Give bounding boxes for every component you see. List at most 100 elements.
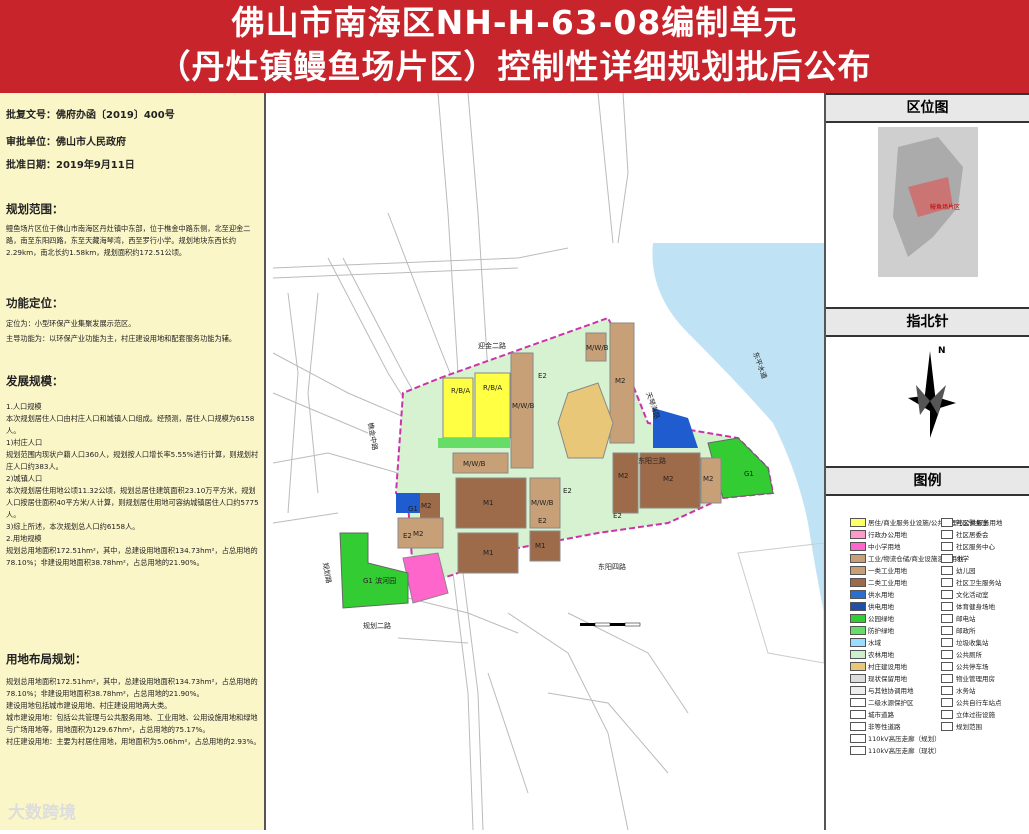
legend-symbol-icon bbox=[941, 542, 953, 551]
paragraph-line: 1.人口规模 bbox=[6, 402, 42, 411]
label-m2e: M2 bbox=[421, 502, 432, 510]
legend-label: 公园绿地 bbox=[868, 615, 894, 623]
legend-label: 社区居委会 bbox=[956, 531, 989, 539]
label-e2e: E2 bbox=[613, 512, 622, 520]
legend-label: 非等性道路 bbox=[868, 723, 901, 731]
legend-label: 110kV高压走廊（现状） bbox=[868, 747, 941, 755]
legend-symbol-icon bbox=[941, 722, 953, 731]
paragraph-line: 规划总用地面积172.51hm²，其中，总建设用地面积134.73hm²，占总用… bbox=[6, 677, 258, 698]
label-rba-2: R/B/A bbox=[483, 384, 502, 392]
legend-label: 社区卫生服务站 bbox=[956, 579, 1002, 587]
legend-label: 公共停车场 bbox=[956, 663, 989, 671]
road-label-7: 天琴海路 bbox=[644, 391, 662, 420]
label-m1b: M1 bbox=[483, 549, 494, 557]
dev-text: 1.人口规模 本次规划居住人口由村庄人口和城镇人口组成。经预测，居住人口规模为61… bbox=[6, 401, 262, 569]
scope-text: 鳗鱼场片区位于佛山市南海区丹灶镇中东部，位于樵金中路东侧，北至迎金二路，南至东阳… bbox=[6, 224, 251, 257]
legend-swatch bbox=[850, 554, 866, 563]
label-g1a: G1 bbox=[744, 470, 754, 478]
paragraph-line: 3)综上所述，本次规划总人口约6158人。 bbox=[6, 522, 140, 531]
north-heading: 指北针 bbox=[826, 307, 1029, 337]
paragraph-line: 2)城镇人口 bbox=[6, 474, 43, 483]
legend-swatch bbox=[850, 638, 866, 647]
legend-symbol-icon bbox=[941, 614, 953, 623]
green-strip-1 bbox=[438, 438, 510, 448]
legend-symbol-icon bbox=[941, 530, 953, 539]
legend-swatch bbox=[850, 590, 866, 599]
legend-label: 幼儿园 bbox=[956, 567, 976, 575]
location-map-svg: 鳗鱼场片区 bbox=[878, 127, 978, 277]
label-m2b: M2 bbox=[618, 472, 629, 480]
legend-label: 110kV高压走廊（规划） bbox=[868, 735, 941, 743]
legend-swatch bbox=[850, 542, 866, 551]
legend-label: 城市道路 bbox=[868, 711, 894, 719]
legend-label: 水务站 bbox=[956, 687, 976, 695]
paragraph-line: 2.用地规模 bbox=[6, 534, 42, 543]
watermark: 大数跨境 bbox=[8, 803, 76, 823]
legend-label: 防护绿地 bbox=[868, 627, 894, 635]
legend-label: 公共自行车站点 bbox=[956, 699, 1002, 707]
paragraph-line: 城市建设用地：包括公共管理与公共服务用地、工业用地、公用设施用地和绿地与广场用地… bbox=[6, 713, 258, 734]
legend-label: 现状保留用地 bbox=[868, 675, 907, 683]
legend-swatch bbox=[850, 518, 866, 527]
plan-map-svg: 东平水道 R/B/A R/B/A M/W/B M/W/B M2 M/W/B E2… bbox=[272, 92, 825, 831]
legend-symbol-icon bbox=[941, 626, 953, 635]
paragraph-line: 建设用地包括城市建设用地、村庄建设用地两大类。 bbox=[6, 701, 172, 710]
left-panel: 批复文号：佛府办函〔2019〕400号 审批单位：佛山市人民政府 批准日期：20… bbox=[0, 93, 266, 830]
north-label: N bbox=[938, 346, 946, 356]
paragraph-line: 1)村庄人口 bbox=[6, 438, 43, 447]
hatched-area bbox=[737, 542, 825, 664]
function-text-1: 定位为：小型环保产业集聚发展示范区。 bbox=[6, 319, 136, 328]
right-panel: 区位图 鳗鱼场片区 指北针 N 图例 居住/商业服务业设施/公共管理与公共服务用… bbox=[824, 93, 1029, 830]
legend-swatch bbox=[850, 530, 866, 539]
legend-swatch bbox=[850, 614, 866, 623]
legend-label: 社区服务中心 bbox=[956, 543, 995, 551]
legend-swatch bbox=[850, 650, 866, 659]
label-g1c: G1 滨河园 bbox=[363, 576, 396, 585]
label-m2d: M2 bbox=[703, 475, 714, 483]
scale-bar bbox=[580, 622, 641, 627]
landuse-text: 规划总用地面积172.51hm²，其中，总建设用地面积134.73hm²，占总用… bbox=[6, 676, 262, 748]
label-rba-1: R/B/A bbox=[451, 387, 470, 395]
legend-swatch bbox=[850, 722, 866, 731]
block-rba-2 bbox=[474, 372, 511, 439]
road-label-2: 东阳四路 bbox=[598, 562, 626, 571]
label-m2f: M2 bbox=[413, 530, 424, 538]
label-e2d: E2 bbox=[403, 532, 412, 540]
legend-swatch bbox=[850, 578, 866, 587]
paragraph-line: 规划范围内现状户籍人口360人，规划按人口增长率5.55%进行计算，则规划村庄人… bbox=[6, 450, 259, 471]
legend-symbol-icon bbox=[941, 566, 953, 575]
legend-swatch bbox=[850, 674, 866, 683]
legend-label: 规划范围 bbox=[956, 723, 982, 731]
plan-map: 东平水道 R/B/A R/B/A M/W/B M/W/B M2 M/W/B E2… bbox=[268, 92, 825, 831]
label-mwb-4: M/W/B bbox=[531, 499, 554, 507]
legend-symbol-icon bbox=[941, 650, 953, 659]
legend-symbol-icon bbox=[941, 710, 953, 719]
legend-label: 立体过街设施 bbox=[956, 711, 995, 719]
legend-symbol-icon bbox=[941, 590, 953, 599]
legend-swatch bbox=[850, 698, 866, 707]
label-m2c: M2 bbox=[663, 475, 674, 483]
approval-unit: 审批单位：佛山市人民政府 bbox=[6, 137, 126, 148]
road-label-5: 樵金中路 bbox=[366, 422, 380, 451]
legend-label: 小学 bbox=[956, 555, 969, 563]
landuse-heading: 用地布局规划： bbox=[6, 652, 87, 666]
legend-label: 一类工业用地 bbox=[868, 567, 907, 575]
legend-label: 公共厕所 bbox=[956, 651, 982, 659]
road-label-4: 东阳三路 bbox=[638, 456, 666, 465]
label-g1b: G1 bbox=[408, 505, 418, 513]
legend-label: 与其他协调用地 bbox=[868, 687, 914, 695]
title-line-1: 佛山市南海区NH-H-63-08编制单元 bbox=[231, 3, 798, 42]
legend-label: 文化活动室 bbox=[956, 591, 989, 599]
title-line-2: （丹灶镇鳗鱼场片区）控制性详细规划批后公布 bbox=[157, 47, 872, 86]
legend-symbol-icon bbox=[941, 602, 953, 611]
legend-heading: 图例 bbox=[826, 466, 1029, 496]
label-e2a: E2 bbox=[538, 372, 547, 380]
dev-heading: 发展规模： bbox=[6, 374, 64, 388]
legend-swatch bbox=[850, 710, 866, 719]
north-arrow-icon: N bbox=[908, 343, 968, 443]
legend-symbol-icon bbox=[941, 686, 953, 695]
legend-label: 邮电站 bbox=[956, 615, 976, 623]
road-label-3: 规划二路 bbox=[363, 621, 391, 630]
location-heading: 区位图 bbox=[826, 93, 1029, 123]
legend-symbol-icon bbox=[941, 662, 953, 671]
